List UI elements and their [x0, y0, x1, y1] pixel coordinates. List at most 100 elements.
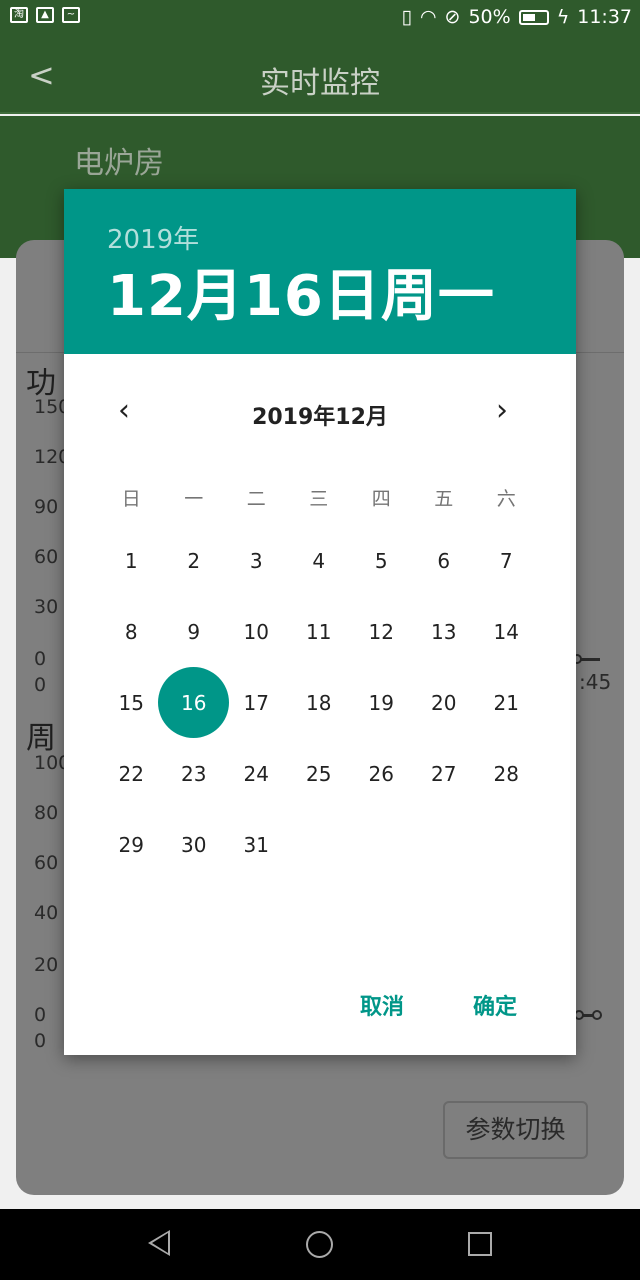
week-row: 22 23 24 25 26 27 28 [100, 738, 538, 809]
chart2-point [592, 1010, 602, 1020]
no-sim-icon: ⊘ [444, 6, 461, 28]
room-name: 电炉房 [74, 146, 164, 181]
day-number: 15 [118, 690, 144, 715]
day-cell[interactable]: 11 [288, 596, 351, 667]
day-number: 27 [431, 761, 457, 786]
day-cell[interactable]: 31 [225, 809, 288, 880]
cancel-button[interactable]: 取消 [360, 989, 404, 1021]
date-picker-dialog: 2019年 12月16日周一 ‹ 2019年12月 › 日 一 二 三 四 五 … [64, 189, 576, 1055]
chart1-tick: 90 [34, 496, 59, 518]
day-cell[interactable]: 8 [100, 596, 163, 667]
day-cell[interactable]: 26 [350, 738, 413, 809]
weekday-label: 二 [246, 487, 266, 510]
day-cell[interactable]: 12 [350, 596, 413, 667]
wifi-icon: ◠ [419, 6, 437, 28]
app-bar: < 实时监控 [0, 36, 640, 114]
chart2-tick: 80 [34, 802, 59, 824]
day-number: 7 [499, 548, 513, 573]
chart2-tick: 60 [34, 852, 59, 874]
chart1-time-label: :45 [579, 670, 612, 694]
day-number: 5 [374, 548, 388, 573]
day-cell[interactable]: 24 [225, 738, 288, 809]
nav-back-icon[interactable] [148, 1230, 170, 1256]
day-cell[interactable]: 9 [163, 596, 226, 667]
weekday-label: 一 [184, 487, 204, 510]
chart2-tick: 0 [34, 1004, 47, 1026]
day-cell[interactable]: 25 [288, 738, 351, 809]
day-cell[interactable]: 20 [413, 667, 476, 738]
day-cell[interactable]: 2 [163, 525, 226, 596]
day-number: 26 [368, 761, 394, 786]
day-number: 9 [187, 619, 201, 644]
weekday-label: 三 [309, 487, 329, 510]
day-number: 2 [187, 548, 201, 573]
day-cell[interactable]: 19 [350, 667, 413, 738]
weekday-header: 日 一 二 三 四 五 六 [100, 469, 538, 525]
day-number: 13 [431, 619, 457, 644]
nav-recents-icon[interactable] [468, 1232, 492, 1256]
page-title: 实时监控 [260, 66, 380, 101]
day-cell[interactable]: 28 [475, 738, 538, 809]
day-cell[interactable]: 22 [100, 738, 163, 809]
chart1-tick: 0 [34, 648, 47, 670]
day-cell[interactable]: 29 [100, 809, 163, 880]
day-number: 31 [243, 832, 269, 857]
dialog-header: 2019年 12月16日周一 [64, 189, 576, 354]
day-number: 11 [306, 619, 332, 644]
day-number: 8 [124, 619, 138, 644]
day-cell[interactable]: 30 [163, 809, 226, 880]
day-cell[interactable]: 10 [225, 596, 288, 667]
chart1-tick: 30 [34, 596, 59, 618]
day-number: 22 [118, 761, 144, 786]
day-cell[interactable]: 27 [413, 738, 476, 809]
day-cell[interactable]: 5 [350, 525, 413, 596]
day-number: 4 [312, 548, 326, 573]
day-cell[interactable]: 17 [225, 667, 288, 738]
day-cell[interactable]: 23 [163, 738, 226, 809]
activity-icon: ~ [62, 7, 80, 23]
switch-params-button[interactable]: 参数切换 [443, 1101, 588, 1159]
status-bar: 淘 ▲ ~ ▯ ◠ ⊘ 50% ϟ 11:37 [0, 0, 640, 36]
day-cell[interactable]: 13 [413, 596, 476, 667]
day-number: 21 [493, 690, 519, 715]
status-left-icons: 淘 ▲ ~ [10, 7, 80, 23]
nav-home-icon[interactable] [306, 1231, 333, 1258]
chart2-tick: 0 [34, 1030, 47, 1052]
image-icon: ▲ [36, 7, 54, 23]
day-cell[interactable]: 6 [413, 525, 476, 596]
chart1-tick: 60 [34, 546, 59, 568]
day-number: 17 [243, 690, 269, 715]
weekday-label: 四 [371, 487, 391, 510]
weekday-label: 六 [496, 487, 516, 510]
day-number: 3 [249, 548, 263, 573]
day-number: 23 [181, 761, 207, 786]
day-number: 29 [118, 832, 144, 857]
taobao-icon: 淘 [10, 7, 28, 23]
week-row: 1 2 3 4 5 6 7 [100, 525, 538, 596]
selected-day-number: 16 [181, 690, 207, 715]
day-number: 10 [243, 619, 269, 644]
confirm-button[interactable]: 确定 [473, 989, 517, 1021]
week-row: 8 9 10 11 12 13 14 [100, 596, 538, 667]
day-cell[interactable]: 21 [475, 667, 538, 738]
day-cell[interactable]: 3 [225, 525, 288, 596]
selected-day-cell[interactable]: 16 [158, 667, 229, 738]
chart2-heading: 周 [26, 721, 56, 756]
day-number: 20 [431, 690, 457, 715]
day-cell[interactable]: 18 [288, 667, 351, 738]
day-cell[interactable]: 15 [100, 667, 163, 738]
weekday-label: 日 [121, 487, 141, 510]
weekday-label: 五 [434, 487, 454, 510]
day-cell[interactable]: 7 [475, 525, 538, 596]
week-row: 29 30 31 [100, 809, 538, 880]
day-number: 1 [124, 548, 138, 573]
day-number: 28 [493, 761, 519, 786]
day-number: 19 [368, 690, 394, 715]
day-cell[interactable]: 4 [288, 525, 351, 596]
battery-percent: 50% [468, 6, 511, 28]
day-number: 18 [306, 690, 332, 715]
next-month-icon[interactable]: › [496, 396, 508, 426]
day-cell[interactable]: 14 [475, 596, 538, 667]
charging-icon: ϟ [556, 6, 570, 28]
day-cell[interactable]: 1 [100, 525, 163, 596]
